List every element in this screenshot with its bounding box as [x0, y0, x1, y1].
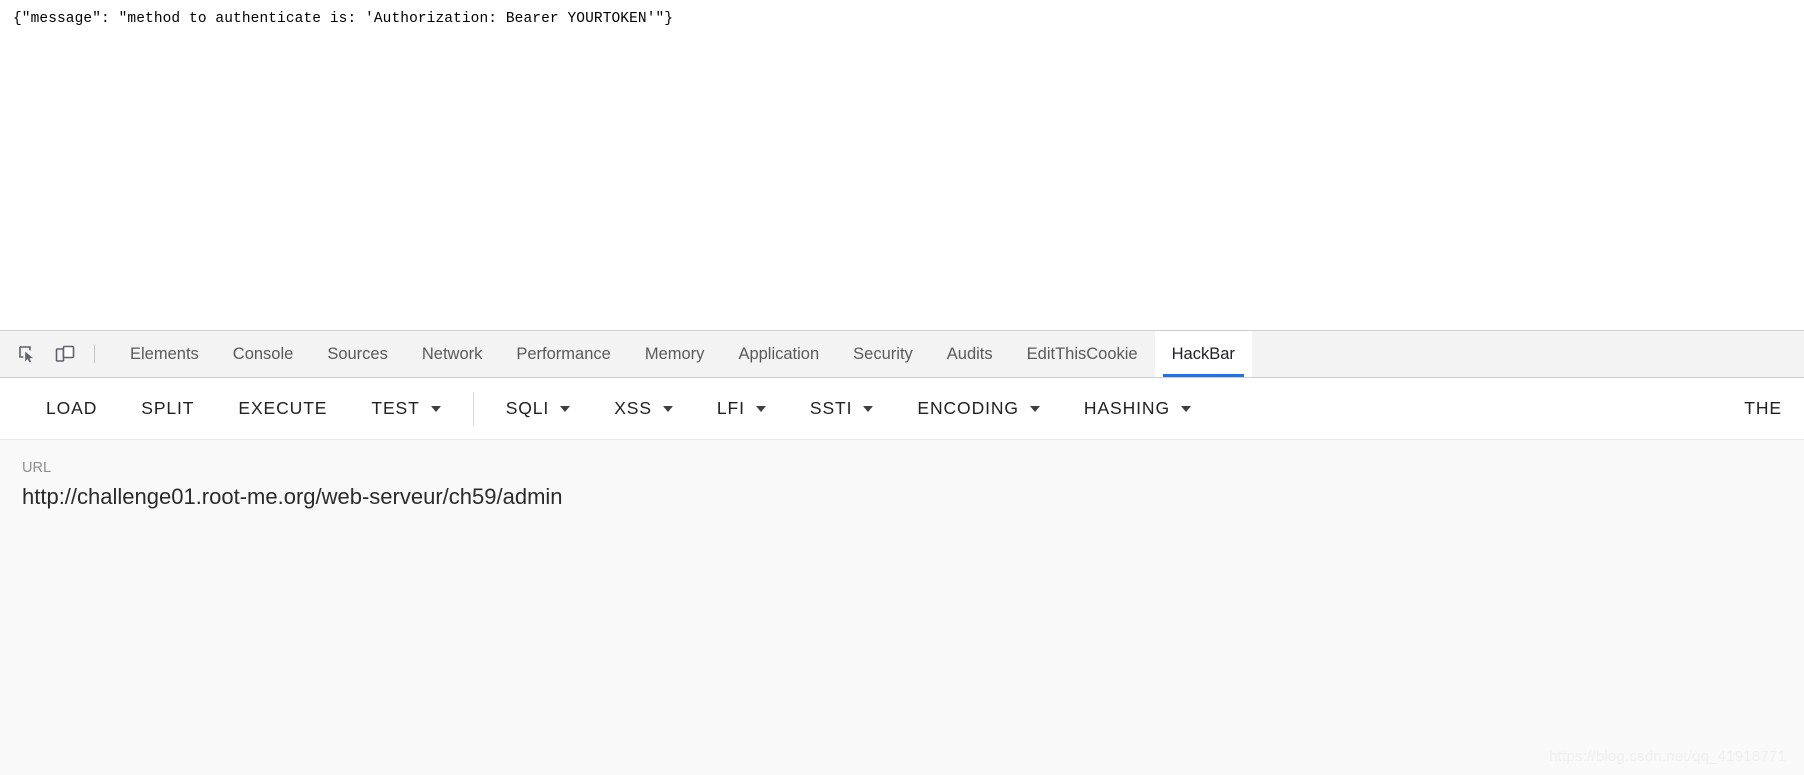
url-field: URL	[22, 459, 1782, 513]
tab-sources[interactable]: Sources	[310, 331, 405, 377]
button-label: TEST	[371, 398, 420, 418]
hackbar-form-panel: URL Enable POST enctype application/x-ww…	[0, 440, 1804, 775]
ssti-menu-button[interactable]: SSTI	[788, 378, 896, 439]
json-response-text: {"message": "method to authenticate is: …	[13, 11, 674, 27]
chevron-down-icon	[1029, 405, 1040, 412]
url-label: URL	[22, 460, 52, 476]
tab-label: Network	[421, 344, 483, 363]
chevron-down-icon	[430, 405, 441, 412]
tab-hackbar[interactable]: HackBar	[1154, 331, 1252, 377]
tab-label: HackBar	[1171, 344, 1235, 363]
inspect-element-icon[interactable]	[8, 331, 46, 377]
button-label: SQLI	[505, 398, 550, 418]
button-label: HASHING	[1083, 398, 1170, 418]
url-input[interactable]	[22, 481, 1782, 513]
hackbar-toolbar: LOAD SPLIT EXECUTE TEST SQLI XSS LFI SST…	[0, 378, 1804, 440]
tab-performance[interactable]: Performance	[499, 331, 627, 377]
tab-label: Elements	[130, 344, 199, 363]
tab-label: Application	[738, 344, 820, 363]
toolbar-right-group: THE	[1698, 378, 1804, 439]
tab-audits[interactable]: Audits	[930, 331, 1010, 377]
tab-application[interactable]: Application	[721, 331, 836, 377]
chevron-down-icon	[560, 405, 571, 412]
button-label: XSS	[614, 398, 652, 418]
tab-label: Audits	[946, 344, 993, 363]
test-menu-button[interactable]: TEST	[349, 378, 462, 439]
tab-elements[interactable]: Elements	[113, 331, 216, 377]
tab-label: Console	[232, 344, 294, 363]
tab-label: Memory	[644, 344, 705, 363]
toolbar-separator	[472, 391, 474, 426]
tab-label: Security	[853, 344, 913, 363]
tab-label: Performance	[516, 344, 611, 363]
button-label: EXECUTE	[238, 398, 328, 418]
theme-menu-button[interactable]: THE	[1722, 378, 1804, 439]
tab-security[interactable]: Security	[836, 331, 930, 377]
execute-button[interactable]: EXECUTE	[216, 378, 349, 439]
button-label: SPLIT	[141, 398, 195, 418]
devtools-tab-bar: Elements Console Sources Network Perform…	[0, 330, 1804, 378]
split-button[interactable]: SPLIT	[119, 378, 216, 439]
tab-editthiscookie[interactable]: EditThisCookie	[1010, 331, 1155, 377]
button-label: THE	[1744, 398, 1782, 418]
button-label: LOAD	[46, 398, 98, 418]
page-content-area: {"message": "method to authenticate is: …	[0, 0, 1804, 330]
devtools-window: {"message": "method to authenticate is: …	[0, 0, 1804, 775]
toolbar-divider	[94, 345, 95, 363]
tab-network[interactable]: Network	[405, 331, 500, 377]
xss-menu-button[interactable]: XSS	[592, 378, 695, 439]
watermark: https://blog.csdn.net/qq_41918771	[1549, 748, 1786, 765]
tab-memory[interactable]: Memory	[628, 331, 722, 377]
button-label: LFI	[716, 398, 745, 418]
devtools-tab-list: Elements Console Sources Network Perform…	[113, 331, 1252, 377]
device-toolbar-icon[interactable]	[46, 331, 84, 377]
hashing-menu-button[interactable]: HASHING	[1062, 378, 1213, 439]
lfi-menu-button[interactable]: LFI	[695, 378, 788, 439]
tab-label: Sources	[327, 344, 388, 363]
chevron-down-icon	[662, 405, 673, 412]
tab-label: EditThisCookie	[1026, 344, 1138, 363]
tab-console[interactable]: Console	[216, 331, 311, 377]
button-label: ENCODING	[917, 398, 1019, 418]
chevron-down-icon	[755, 405, 766, 412]
encoding-menu-button[interactable]: ENCODING	[895, 378, 1062, 439]
chevron-down-icon	[1180, 405, 1191, 412]
button-label: SSTI	[809, 398, 853, 418]
load-button[interactable]: LOAD	[24, 378, 119, 439]
sqli-menu-button[interactable]: SQLI	[484, 378, 592, 439]
chevron-down-icon	[863, 405, 874, 412]
